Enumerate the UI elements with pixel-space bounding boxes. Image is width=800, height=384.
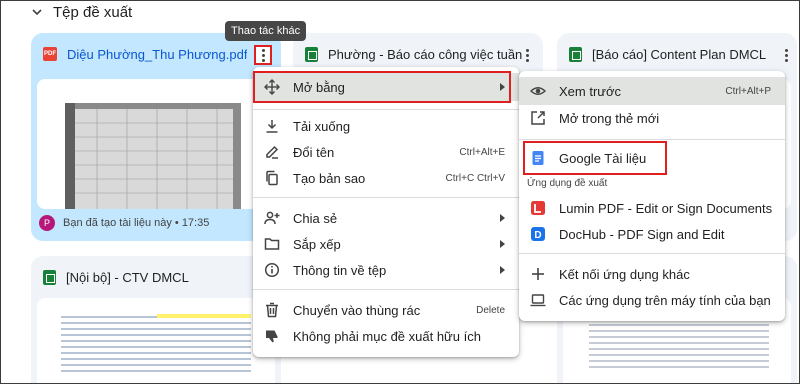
avatar: P: [39, 215, 55, 231]
submenu-item-label: Lumin PDF - Edit or Sign Documents: [559, 200, 773, 216]
copy-icon: [264, 170, 280, 186]
more-actions-button[interactable]: [518, 45, 536, 65]
dot: [784, 58, 788, 62]
menu-item-label: Chia sẻ: [293, 210, 338, 226]
rename-icon: [264, 144, 280, 160]
highlight-box: [523, 141, 667, 175]
menu-item-shortcut: Ctrl+Alt+E: [459, 146, 505, 158]
submenu-item-label: Kết nối ứng dụng khác: [559, 266, 690, 282]
menu-item-download[interactable]: Tải xuống: [253, 113, 519, 139]
trash-icon: [264, 302, 280, 318]
menu-item-share[interactable]: Chia sẻ: [253, 205, 519, 231]
menu-item-not-helpful[interactable]: Không phải mục đề xuất hữu ích: [253, 323, 519, 349]
dot: [784, 48, 788, 52]
card-file-name: Phường - Báo cáo công việc tuần: [328, 46, 523, 62]
submenu-arrow-icon: [500, 240, 505, 248]
menu-divider: [253, 197, 519, 198]
suggested-apps-label: Ứng dụng đề xuất: [527, 178, 608, 189]
card-file-name: [Báo cáo] Content Plan DMCL: [592, 46, 767, 62]
card-header: [Nội bộ] - CTV DMCL: [31, 256, 281, 298]
menu-item-label: Sắp xếp: [293, 236, 341, 252]
plus-icon: [530, 266, 546, 282]
menu-item-label: Tải xuống: [293, 118, 351, 134]
dot: [261, 53, 265, 57]
more-actions-button[interactable]: [777, 45, 795, 65]
dot: [525, 53, 529, 57]
folder-icon: [264, 236, 280, 252]
submenu-arrow-icon: [500, 266, 505, 274]
download-icon: [264, 118, 280, 134]
thumbs-down-icon: [264, 328, 280, 344]
dot: [261, 48, 265, 52]
lumin-pdf-icon: [530, 200, 546, 216]
menu-item-file-info[interactable]: Thông tin về tệp: [253, 257, 519, 283]
menu-item-label: Tạo bản sao: [293, 170, 366, 186]
menu-item-make-copy[interactable]: Tạo bản sao Ctrl+C Ctrl+V: [253, 165, 519, 191]
submenu-item-open-new-tab[interactable]: Mở trong thẻ mới: [519, 105, 785, 131]
highlight-box: [253, 71, 511, 103]
laptop-icon: [530, 292, 546, 308]
menu-item-shortcut: Delete: [476, 304, 505, 316]
more-actions-tooltip: Thao tác khác: [225, 21, 307, 41]
menu-divider: [253, 289, 519, 290]
menu-item-shortcut: Ctrl+C Ctrl+V: [445, 172, 505, 184]
submenu-item-label: Các ứng dụng trên máy tính của bạn: [559, 292, 771, 308]
suggested-files-header[interactable]: Tệp đề xuất: [31, 1, 132, 23]
sheets-icon: [569, 46, 582, 62]
menu-item-rename[interactable]: Đổi tên Ctrl+Alt+E: [253, 139, 519, 165]
submenu-item-dochub[interactable]: D DocHub - PDF Sign and Edit: [519, 221, 785, 247]
menu-item-label: Không phải mục đề xuất hữu ích: [293, 328, 481, 344]
info-icon: [264, 262, 280, 278]
drive-window: Tệp đề xuất PDF Diệu Phường_Thu Phương.p…: [0, 0, 800, 384]
eye-icon: [530, 83, 546, 99]
submenu-item-label: Mở trong thẻ mới: [559, 110, 660, 126]
submenu-arrow-icon: [500, 214, 505, 222]
context-menu: Mở bằng Tải xuống Đổi tên Ctrl+Alt+E Tạo…: [253, 67, 519, 357]
dochub-icon: D: [530, 226, 546, 242]
menu-item-label: Đổi tên: [293, 144, 335, 160]
menu-item-label: Chuyển vào thùng rác: [293, 302, 421, 318]
card-footer: P Bạn đã tạo tài liệu này • 17:35: [39, 215, 209, 231]
menu-divider: [519, 139, 785, 140]
dot: [525, 48, 529, 52]
menu-item-organize[interactable]: Sắp xếp: [253, 231, 519, 257]
menu-divider: [253, 109, 519, 110]
file-thumbnail: [37, 298, 275, 383]
card-activity-text: Bạn đã tạo tài liệu này • 17:35: [63, 217, 210, 229]
share-icon: [264, 210, 280, 226]
file-card-sheet[interactable]: [Nội bộ] - CTV DMCL: [31, 256, 281, 383]
card-file-name: Diệu Phường_Thu Phương.pdf: [67, 46, 248, 62]
submenu-item-desktop-apps[interactable]: Các ứng dụng trên máy tính của bạn: [519, 287, 785, 313]
file-thumbnail: [37, 79, 275, 209]
submenu-item-label: DocHub - PDF Sign and Edit: [559, 226, 725, 242]
submenu-item-label: Xem trước: [559, 83, 622, 99]
dot: [525, 58, 529, 62]
pdf-icon: PDF: [43, 47, 57, 61]
chevron-down-icon: [31, 6, 43, 18]
menu-item-move-to-trash[interactable]: Chuyển vào thùng rác Delete: [253, 297, 519, 323]
sheets-icon: [305, 46, 318, 62]
menu-divider: [519, 253, 785, 254]
submenu-item-shortcut: Ctrl+Alt+P: [725, 85, 771, 97]
menu-item-label: Thông tin về tệp: [293, 262, 387, 278]
dot: [261, 58, 265, 62]
more-actions-button[interactable]: [254, 45, 272, 65]
card-header: [Báo cáo] Content Plan DMCL: [557, 33, 797, 75]
section-title: Tệp đề xuất: [53, 3, 133, 21]
svg-text:D: D: [534, 230, 541, 241]
open-in-new-icon: [530, 110, 546, 126]
open-with-submenu: Xem trước Ctrl+Alt+P Mở trong thẻ mới Go…: [519, 71, 785, 321]
file-card-pdf[interactable]: PDF Diệu Phường_Thu Phương.pdf P Bạn đã …: [31, 33, 281, 241]
submenu-item-connect-apps[interactable]: Kết nối ứng dụng khác: [519, 261, 785, 287]
sheets-icon: [43, 269, 56, 285]
card-file-name: [Nội bộ] - CTV DMCL: [66, 269, 189, 285]
submenu-item-preview[interactable]: Xem trước Ctrl+Alt+P: [519, 77, 785, 105]
submenu-item-lumin[interactable]: Lumin PDF - Edit or Sign Documents: [519, 195, 785, 221]
dot: [784, 53, 788, 57]
